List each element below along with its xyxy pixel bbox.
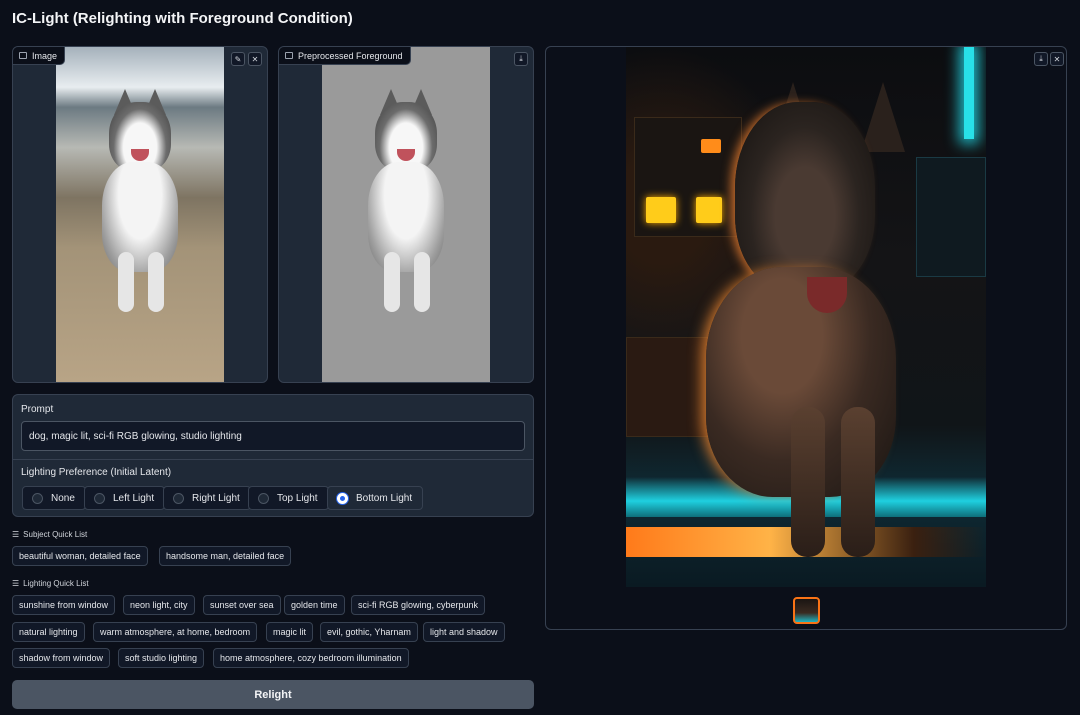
subject-chip[interactable]: beautiful woman, detailed face: [12, 546, 148, 566]
lighting-chip[interactable]: neon light, city: [123, 595, 195, 615]
lighting-chip[interactable]: sunshine from window: [12, 595, 116, 615]
husky-cutout: [322, 47, 490, 382]
lighting-label: Lighting Preference (Initial Latent): [21, 467, 172, 478]
radio-label: None: [51, 492, 75, 504]
list-icon: ☰: [12, 530, 20, 539]
radio-bottom-light[interactable]: Bottom Light: [327, 486, 424, 510]
input-photo: [56, 47, 224, 382]
prompt-block: Prompt dog, magic lit, sci-fi RGB glowin…: [12, 394, 534, 517]
lighting-chip[interactable]: home atmosphere, cozy bedroom illuminati…: [213, 648, 409, 668]
lighting-quick-list-title: ☰ Lighting Quick List: [12, 579, 89, 588]
husky-figure: [56, 47, 224, 382]
output-gallery: ⤓ ✕: [545, 46, 1067, 630]
lighting-chip[interactable]: shadow from window: [12, 648, 111, 668]
radio-right-light[interactable]: Right Light: [163, 486, 251, 510]
lighting-chip[interactable]: sci-fi RGB glowing, cyberpunk: [351, 595, 486, 615]
close-gallery-button[interactable]: ✕: [1050, 52, 1064, 66]
lighting-chip[interactable]: evil, gothic, Yharnam: [320, 622, 418, 642]
foreground-label: Preprocessed Foreground: [279, 47, 411, 65]
radio-none[interactable]: None: [22, 486, 86, 510]
download-icon: ⤓: [1039, 54, 1043, 63]
list-icon: ☰: [12, 579, 20, 588]
gallery-thumbnail[interactable]: [793, 597, 820, 624]
subject-chip[interactable]: handsome man, detailed face: [159, 546, 292, 566]
download-button[interactable]: ⤓: [514, 52, 528, 66]
edit-button[interactable]: ✎: [231, 52, 245, 66]
lighting-chip[interactable]: light and shadow: [423, 622, 505, 642]
download-icon: ⤓: [519, 54, 523, 63]
subject-quick-list-title-text: Subject Quick List: [23, 530, 88, 539]
input-image-label-text: Image: [32, 50, 58, 61]
foreground-photo: [322, 47, 490, 382]
radio-left-light[interactable]: Left Light: [84, 486, 166, 510]
output-photo: [626, 47, 986, 587]
lighting-chip[interactable]: soft studio lighting: [118, 648, 205, 668]
image-icon: [19, 52, 27, 59]
lighting-chip[interactable]: magic lit: [266, 622, 314, 642]
page-title: IC-Light (Relighting with Foreground Con…: [12, 10, 353, 27]
subject-quick-list-title: ☰ Subject Quick List: [12, 530, 87, 539]
foreground-panel: Preprocessed Foreground ⤓: [278, 46, 534, 383]
radio-top-light[interactable]: Top Light: [248, 486, 329, 510]
lighting-quick-list-title-text: Lighting Quick List: [23, 579, 89, 588]
pencil-icon: ✎: [234, 54, 242, 64]
relit-dog-figure: [626, 47, 986, 587]
radio-dot: [258, 492, 269, 504]
input-image-panel[interactable]: Image ✎ ✕: [12, 46, 268, 383]
radio-label: Left Light: [113, 492, 155, 504]
input-image-label: Image: [13, 47, 66, 65]
prompt-input[interactable]: dog, magic lit, sci-fi RGB glowing, stud…: [21, 421, 525, 451]
download-button[interactable]: ⤓: [1034, 52, 1048, 66]
radio-label: Right Light: [192, 492, 240, 504]
lighting-chip[interactable]: golden time: [284, 595, 345, 615]
lighting-chip[interactable]: natural lighting: [12, 622, 85, 642]
radio-label: Top Light: [277, 492, 318, 504]
lighting-chip[interactable]: sunset over sea: [203, 595, 281, 615]
radio-dot: [173, 492, 184, 504]
close-icon: ✕: [251, 54, 259, 64]
radio-label: Bottom Light: [356, 492, 413, 504]
clear-image-button[interactable]: ✕: [248, 52, 262, 66]
radio-dot: [94, 492, 105, 504]
image-icon: [285, 52, 293, 59]
relight-button[interactable]: Relight: [12, 680, 534, 709]
radio-dot-selected: [337, 492, 348, 504]
foreground-label-text: Preprocessed Foreground: [298, 50, 403, 61]
radio-dot: [32, 492, 43, 504]
prompt-label: Prompt: [21, 404, 54, 415]
lighting-chip[interactable]: warm atmosphere, at home, bedroom: [93, 622, 258, 642]
close-icon: ✕: [1053, 54, 1061, 64]
